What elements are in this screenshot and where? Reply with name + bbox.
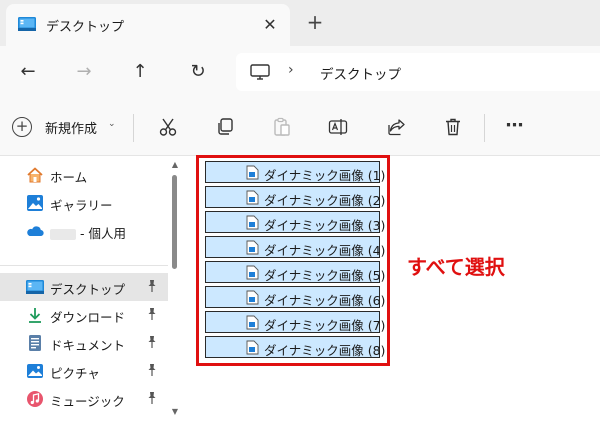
sidebar-item-label: ホーム	[50, 170, 88, 185]
sidebar-item-label: デスクトップ	[50, 282, 126, 297]
sidebar-item-pictures[interactable]: ピクチャ	[0, 357, 168, 385]
gallery-icon	[27, 195, 43, 211]
pin-icon[interactable]	[146, 391, 158, 405]
pin-icon[interactable]	[146, 363, 158, 377]
tab-strip: デスクトップ ✕ +	[0, 0, 600, 46]
sidebar-item-onedrive[interactable]: - 個人用	[0, 217, 168, 245]
this-pc-icon	[250, 64, 270, 80]
sidebar-item-music[interactable]: ミュージック	[0, 385, 168, 413]
rename-icon[interactable]	[328, 117, 348, 137]
share-icon[interactable]	[386, 117, 406, 137]
sidebar-item-label: ドキュメント	[50, 338, 126, 353]
chevron-down-icon: ⌄	[108, 119, 116, 129]
back-button[interactable]: ←	[14, 58, 42, 86]
onedrive-cloud-icon	[27, 226, 44, 237]
pin-icon[interactable]	[146, 335, 158, 349]
music-icon	[27, 391, 43, 407]
sidebar-divider	[0, 265, 168, 266]
copy-icon[interactable]	[215, 117, 235, 137]
sidebar-item-home[interactable]: ホーム	[0, 161, 168, 189]
sidebar-item-label: ピクチャ	[50, 366, 100, 381]
pictures-icon	[27, 364, 43, 378]
sidebar-item-desktop[interactable]: デスクトップ	[0, 273, 168, 301]
home-icon	[27, 167, 43, 183]
close-tab-icon[interactable]: ✕	[258, 13, 282, 37]
desktop-folder-icon	[18, 17, 36, 31]
toolbar-divider	[484, 114, 485, 142]
sidebar-item-label: ミュージック	[50, 394, 125, 409]
blurred-account-name	[50, 229, 76, 240]
breadcrumb-chevron-icon: ›	[288, 62, 294, 78]
selection-highlight-box	[196, 155, 390, 366]
select-all-annotation: すべて選択	[407, 255, 505, 279]
navigation-bar: ← → ↑ ↻ › デスクトップ	[0, 46, 600, 98]
address-bar[interactable]: › デスクトップ	[236, 53, 600, 91]
sidebar-item-documents[interactable]: ドキュメント	[0, 329, 168, 357]
sidebar-item-gallery[interactable]: ギャラリー	[0, 189, 168, 217]
scroll-up-arrow-icon[interactable]: ▲	[169, 160, 181, 170]
sidebar-item-downloads[interactable]: ダウンロード	[0, 301, 168, 329]
sidebar-item-label: ギャラリー	[50, 198, 113, 213]
sidebar-item-label: ダウンロード	[50, 310, 126, 325]
cut-icon[interactable]	[158, 117, 178, 137]
new-button-label: 新規作成	[45, 122, 98, 137]
tab-desktop[interactable]: デスクトップ ✕	[6, 4, 290, 46]
up-button[interactable]: ↑	[126, 58, 154, 86]
scroll-down-arrow-icon[interactable]: ▼	[169, 407, 181, 417]
toolbar-divider	[133, 114, 134, 142]
pin-icon[interactable]	[146, 307, 158, 321]
documents-icon	[29, 335, 41, 351]
desktop-icon	[26, 280, 44, 294]
pin-icon[interactable]	[146, 279, 158, 293]
command-bar: + 新規作成 ⌄ ⋯	[0, 98, 600, 156]
delete-icon[interactable]	[443, 117, 463, 137]
plus-circle-icon: +	[12, 117, 32, 137]
download-icon	[29, 308, 41, 323]
paste-icon[interactable]	[272, 117, 292, 137]
breadcrumb-desktop[interactable]: デスクトップ	[320, 63, 401, 83]
more-options-button[interactable]: ⋯	[502, 112, 526, 140]
refresh-button[interactable]: ↻	[184, 58, 212, 86]
scrollbar-thumb[interactable]	[172, 175, 177, 269]
new-tab-button[interactable]: +	[302, 9, 328, 35]
sidebar-item-label: - 個人用	[50, 223, 126, 242]
tab-title: デスクトップ	[46, 20, 125, 35]
forward-button[interactable]: →	[70, 58, 98, 86]
navigation-pane: ホーム ギャラリー - 個人用 デスクトップ ダウンロード ドキュメント ピクチ…	[0, 157, 186, 423]
